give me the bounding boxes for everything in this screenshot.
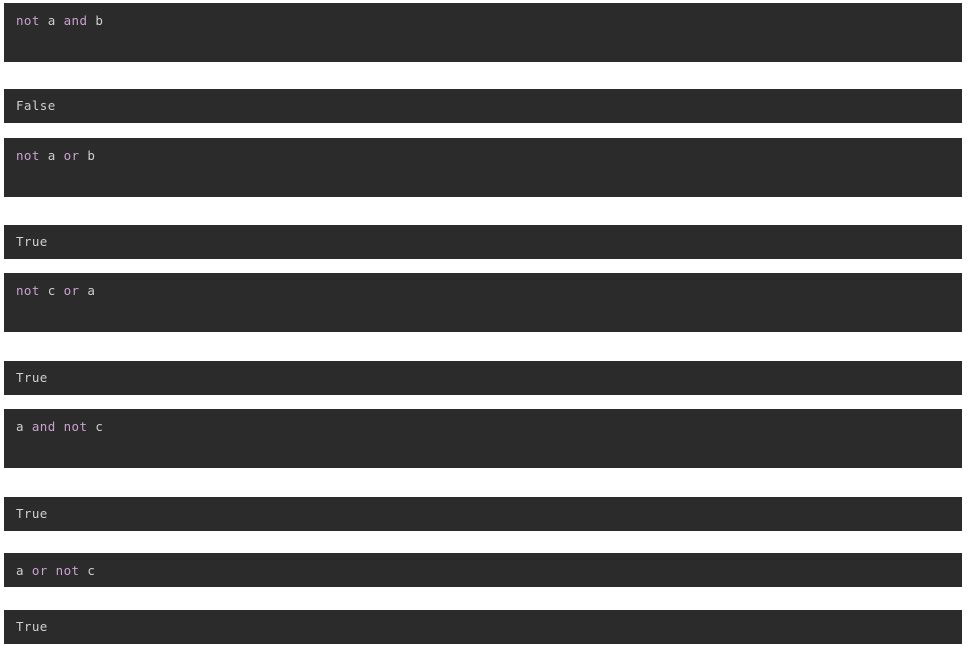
keyword-token: or xyxy=(31,563,48,578)
keyword-token: and xyxy=(31,419,56,434)
identifier-token: a xyxy=(47,13,56,28)
code-line: a and not c xyxy=(16,419,103,435)
identifier-token: c xyxy=(87,563,96,578)
code-line: not a and b xyxy=(16,13,103,29)
keyword-token: not xyxy=(16,13,40,28)
identifier-token: a xyxy=(47,148,56,163)
output-text: False xyxy=(16,98,56,113)
keyword-token: not xyxy=(63,419,88,434)
notebook-page: not a and b False not a or b True not c or a… xyxy=(0,0,976,650)
identifier-token: c xyxy=(47,283,56,298)
keyword-token: or xyxy=(63,148,80,163)
output-cell: False xyxy=(4,89,962,123)
code-cell[interactable]: a or not c xyxy=(4,553,962,587)
output-text: True xyxy=(16,619,48,634)
keyword-token: not xyxy=(16,148,40,163)
keyword-token: not xyxy=(16,283,40,298)
code-cell[interactable]: a and not c xyxy=(4,409,962,468)
code-cell[interactable]: not a or b xyxy=(4,138,962,197)
output-cell: True xyxy=(4,610,962,644)
identifier-token: c xyxy=(95,419,104,434)
code-line: a or not c xyxy=(16,563,95,579)
identifier-token: a xyxy=(16,563,24,578)
code-cell[interactable]: not a and b xyxy=(4,3,962,62)
output-cell: True xyxy=(4,225,962,259)
keyword-token: not xyxy=(55,563,80,578)
identifier-token: a xyxy=(87,283,96,298)
identifier-token: b xyxy=(87,148,96,163)
output-cell: True xyxy=(4,361,962,395)
code-line: not a or b xyxy=(16,148,95,164)
output-text: True xyxy=(16,506,48,521)
code-line: not c or a xyxy=(16,283,95,299)
keyword-token: or xyxy=(63,283,80,298)
output-text: True xyxy=(16,234,48,249)
identifier-token: b xyxy=(95,13,104,28)
code-cell[interactable]: not c or a xyxy=(4,273,962,332)
output-cell: True xyxy=(4,497,962,531)
output-text: True xyxy=(16,370,48,385)
identifier-token: a xyxy=(16,419,24,434)
keyword-token: and xyxy=(63,13,88,28)
